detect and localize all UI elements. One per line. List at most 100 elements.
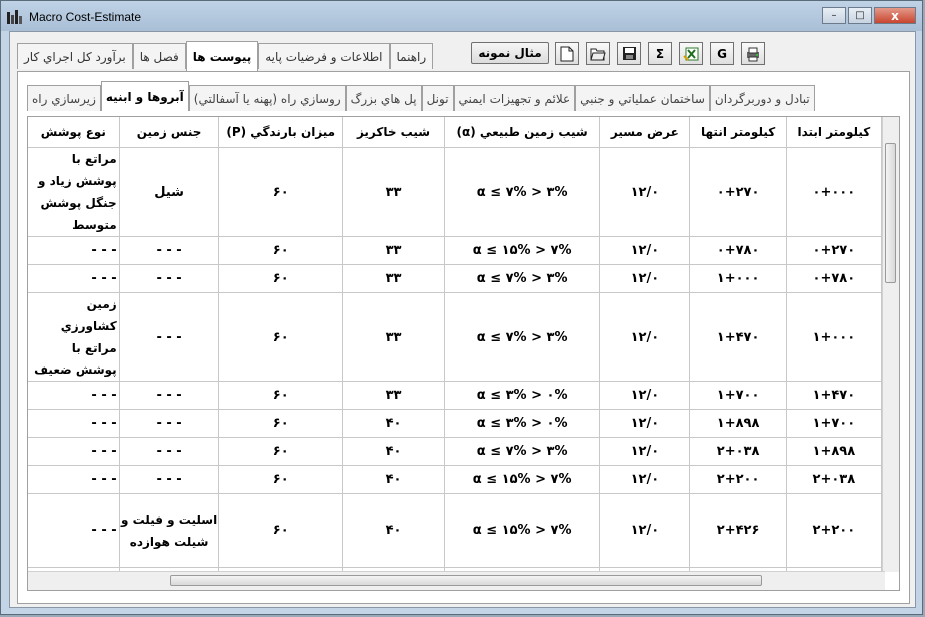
column-header-5[interactable]: ميزان بارندگي (P) [218,117,343,148]
table-cell[interactable]: ۲+۲۰۰ [689,465,787,494]
table-cell[interactable]: ۶۰ [218,292,343,382]
table-cell[interactable]: ۶۰ [218,381,343,410]
vertical-scrollbar[interactable] [882,117,899,572]
table-cell[interactable]: ۱+۷۰۰ [786,409,883,438]
table-cell[interactable]: - - - [28,409,120,438]
table-cell[interactable]: ۳% < α ≤ ۷% [444,147,601,237]
table-cell[interactable]: - - - [119,381,220,410]
main-tab-4[interactable]: راهنما [389,43,434,69]
table-cell[interactable]: ۱۲/۰ [599,292,691,382]
table-row[interactable]: ۰+۷۸۰ ۱+۰۰۰ ۱۲/۰ ۳% < α ≤ ۷% ۳۳ ۶۰- - -- - - [28,264,883,293]
main-tab-3[interactable]: اطلاعات و فرضيات پايه [258,43,390,69]
table-cell[interactable]: ۳۳ [342,147,446,237]
toolbar-button-0[interactable] [555,42,579,65]
table-cell[interactable]: ۳۳ [342,264,446,293]
table-cell[interactable]: ۷% < α ≤ ۱۵% [444,236,601,265]
table-cell[interactable]: - - - [28,236,120,265]
table-row[interactable]: ۲+۲۰۰ ۲+۴۲۶ ۱۲/۰ ۷% < α ≤ ۱۵% ۴۰ ۶۰ اسليت و في… [28,493,883,568]
table-row[interactable]: ۰+۰۰۰ ۰+۲۷۰ ۱۲/۰ ۳% < α ≤ ۷% ۳۳ ۶۰ شيل مراتع با… [28,147,883,237]
table-cell[interactable]: ۱+۴۷۰ [786,381,883,410]
table-cell[interactable]: ۷% < α ≤ ۱۵% [444,493,601,568]
table-cell[interactable]: - - - [28,264,120,293]
sub-tab-4[interactable]: تونل [421,85,454,111]
column-header-3[interactable]: شيب زمين طبيعي (α) [444,117,601,148]
table-cell[interactable]: ۱۲/۰ [599,437,691,466]
table-cell[interactable]: ۲+۲۰۰ [786,493,883,568]
table-cell[interactable]: - - - [119,264,220,293]
table-cell[interactable]: ۱+۸۹۸ [786,437,883,466]
table-cell[interactable]: ۳۳ [342,381,446,410]
main-tab-2[interactable]: پيوست ها [185,41,259,71]
table-cell[interactable]: ۲+۰۳۸ [786,465,883,494]
table-cell[interactable]: ۱۲/۰ [599,236,691,265]
toolbar-button-2[interactable] [617,42,641,65]
sub-tab-6[interactable]: ساختمان عملياتي و جنبي [575,85,710,111]
maximize-button[interactable]: □ [848,7,872,24]
toolbar-button-5[interactable]: G [710,42,734,65]
table-cell[interactable]: ۶۰ [218,465,343,494]
horizontal-scrollbar[interactable] [28,571,885,590]
table-cell[interactable]: ۶۰ [218,493,343,568]
table-cell[interactable]: ۰% < α ≤ ۳% [444,409,601,438]
column-header-1[interactable]: كيلومتر انتها [689,117,787,148]
table-cell[interactable]: - - - [119,437,220,466]
table-cell[interactable]: ۱۲/۰ [599,493,691,568]
table-cell[interactable]: ۱+۴۷۰ [689,292,787,382]
toolbar-button-4[interactable] [679,42,703,65]
table-cell[interactable]: ۶۰ [218,409,343,438]
table-cell[interactable]: ۳۳ [342,292,446,382]
table-cell[interactable]: - - - [28,465,120,494]
table-cell[interactable]: ۴۰ [342,493,446,568]
table-cell[interactable]: ۱۲/۰ [599,381,691,410]
table-cell[interactable]: ۱۲/۰ [599,264,691,293]
table-cell[interactable]: ۶۰ [218,264,343,293]
table-cell[interactable]: ۶۰ [218,236,343,265]
toolbar-button-3[interactable]: Σ [648,42,672,65]
table-row[interactable]: ۲+۰۳۸ ۲+۲۰۰ ۱۲/۰ ۷% < α ≤ ۱۵% ۴۰ ۶۰- - -- - - [28,465,883,494]
table-cell[interactable]: - - - [119,465,220,494]
table-cell[interactable]: مراتع با پوشش زياد و جنگل پوشش متوسط [28,147,120,237]
table-cell[interactable]: اسليت و فيلت و شيلت هوازده [119,493,220,568]
horizontal-scroll-thumb[interactable] [170,575,762,586]
table-row[interactable]: ۰+۲۷۰ ۰+۷۸۰ ۱۲/۰ ۷% < α ≤ ۱۵% ۳۳ ۶۰- - -- - - [28,236,883,265]
main-tab-1[interactable]: فصل ها [132,43,186,69]
title-bar[interactable]: Macro Cost-Estimate – □ x [1,1,922,31]
table-cell[interactable]: - - - [119,236,220,265]
toolbar-button-1[interactable] [586,42,610,65]
table-cell[interactable]: ۳% < α ≤ ۷% [444,292,601,382]
table-cell[interactable]: ۱+۰۰۰ [786,292,883,382]
sub-tab-0[interactable]: زيرسازي راه [27,85,101,111]
table-cell[interactable]: ۷% < α ≤ ۱۵% [444,465,601,494]
table-cell[interactable]: ۴۰ [342,465,446,494]
table-row[interactable]: ۱+۷۰۰ ۱+۸۹۸ ۱۲/۰ ۰% < α ≤ ۳% ۴۰ ۶۰- - -- - - [28,409,883,438]
table-cell[interactable]: ۱۲/۰ [599,409,691,438]
table-cell[interactable]: ۰% < α ≤ ۳% [444,381,601,410]
table-cell[interactable]: ۰+۷۸۰ [786,264,883,293]
table-cell[interactable]: زمين كشاورزي مراتع با پوشش ضعيف [28,292,120,382]
table-cell[interactable]: ۰+۲۷۰ [786,236,883,265]
table-cell[interactable]: ۱+۸۹۸ [689,409,787,438]
table-cell[interactable]: ۰+۰۰۰ [786,147,883,237]
toolbar-button-6[interactable] [741,42,765,65]
column-header-0[interactable]: كيلومتر ابتدا [786,117,883,148]
table-cell[interactable]: - - - [119,292,220,382]
sub-tab-3[interactable]: پل هاي بزرگ [345,85,422,111]
sub-tab-2[interactable]: روسازي راه (پهنه يا آسفالتي) [188,85,346,111]
table-cell[interactable]: ۱+۷۰۰ [689,381,787,410]
table-cell[interactable]: ۱۲/۰ [599,147,691,237]
table-cell[interactable]: ۳% < α ≤ ۷% [444,437,601,466]
table-cell[interactable]: ۴۰ [342,437,446,466]
table-cell[interactable]: شيل [119,147,220,237]
table-cell[interactable]: - - - [28,381,120,410]
table-cell[interactable]: - - - [28,493,120,568]
close-button[interactable]: x [874,7,916,24]
table-row[interactable]: ۱+۸۹۸ ۲+۰۳۸ ۱۲/۰ ۳% < α ≤ ۷% ۴۰ ۶۰- - -- - - [28,437,883,466]
sub-tab-1[interactable]: آبروها و ابنيه [100,81,189,111]
table-cell[interactable]: ۲+۴۲۶ [689,493,787,568]
table-cell[interactable]: ۳۳ [342,236,446,265]
table-cell[interactable]: ۳% < α ≤ ۷% [444,264,601,293]
table-cell[interactable]: ۱+۰۰۰ [689,264,787,293]
table-row[interactable]: ۱+۴۷۰ ۱+۷۰۰ ۱۲/۰ ۰% < α ≤ ۳% ۳۳ ۶۰- - -- - - [28,381,883,410]
column-header-2[interactable]: عرض مسير [599,117,691,148]
column-header-4[interactable]: شيب خاكريز [342,117,446,148]
